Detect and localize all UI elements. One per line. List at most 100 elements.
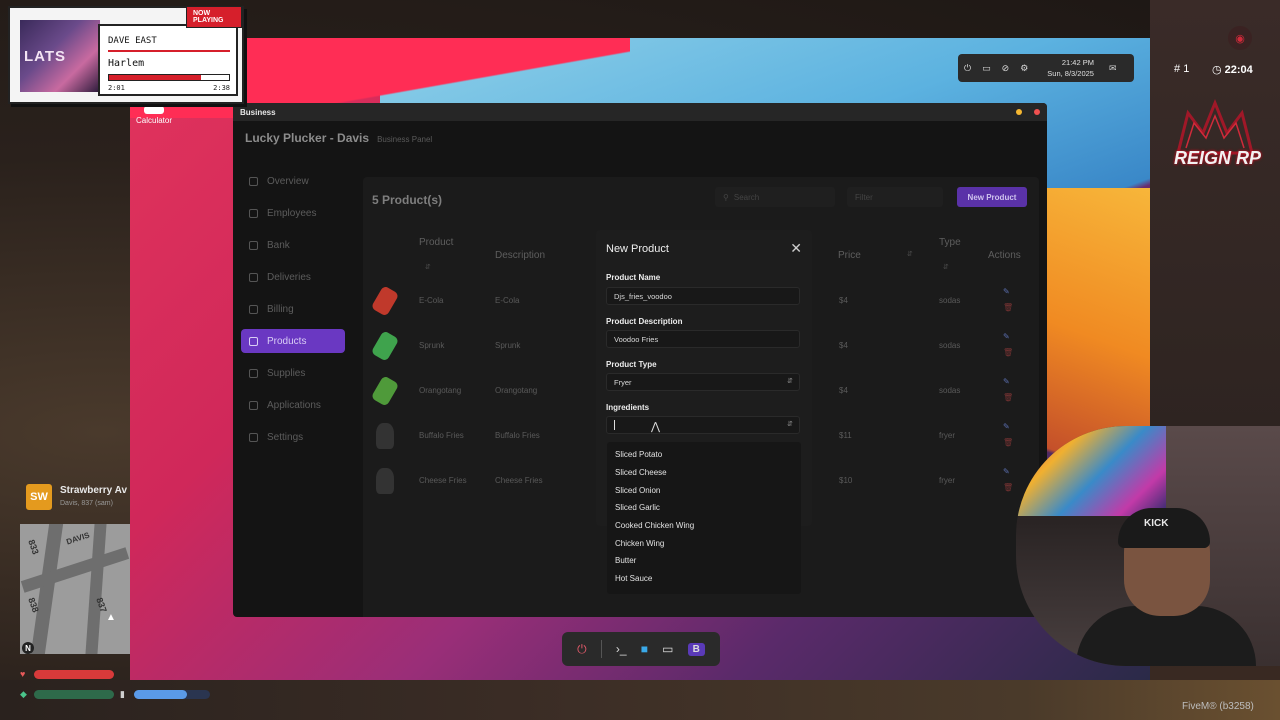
- power-icon[interactable]: ⏻: [964, 63, 971, 74]
- calculator-icon: [144, 106, 164, 114]
- delete-icon[interactable]: 🗑: [1003, 348, 1013, 357]
- delete-icon[interactable]: 🗑: [1003, 483, 1013, 492]
- sidebar: Overview Employees Bank Deliveries Billi…: [241, 169, 345, 457]
- power-app-icon[interactable]: ⏻: [577, 642, 587, 657]
- edit-icon[interactable]: ✎: [1003, 332, 1010, 341]
- player-arrow-icon: ▲: [106, 612, 116, 623]
- close-icon[interactable]: ✕: [790, 240, 802, 257]
- business-header: Lucky Plucker - Davis Business Panel: [245, 131, 432, 145]
- track-progress-bar: [108, 74, 230, 81]
- search-input[interactable]: ⚲ Search: [715, 187, 835, 207]
- calculator-desktop-icon[interactable]: Calculator: [134, 106, 174, 125]
- street-name: Strawberry Av: [60, 485, 128, 496]
- new-product-button[interactable]: New Product: [957, 187, 1027, 207]
- sidebar-item-billing[interactable]: Billing: [241, 297, 345, 321]
- sidebar-item-bank[interactable]: Bank: [241, 233, 345, 257]
- deliveries-icon: [249, 272, 258, 282]
- ingredient-option[interactable]: Sliced Garlic: [607, 499, 801, 517]
- ingredients-label: Ingredients: [606, 403, 650, 412]
- product-name-input[interactable]: Djs_fries_voodoo: [606, 287, 800, 305]
- business-name: Lucky Plucker - Davis: [245, 131, 370, 145]
- bank-icon: [249, 240, 258, 250]
- product-image: [376, 468, 394, 494]
- now-playing-badge: NOW PLAYING: [186, 6, 242, 28]
- product-image: [370, 285, 400, 317]
- filter-select[interactable]: Filter: [847, 187, 943, 207]
- system-tray: ⏻ ▭ ⊘ ⚙ 21:42 PM Sun, 8/3/2025 ✉: [958, 54, 1134, 82]
- window-titlebar[interactable]: Business: [233, 103, 1047, 121]
- business-app-icon[interactable]: B: [687, 642, 705, 656]
- server-logo-text: REIGN RP: [1174, 148, 1262, 168]
- edit-icon[interactable]: ✎: [1003, 422, 1010, 431]
- product-description-input[interactable]: Voodoo Fries: [606, 330, 800, 348]
- sidebar-item-products[interactable]: Products: [241, 329, 345, 353]
- search-icon: ⚲: [723, 192, 729, 202]
- product-image: [370, 330, 400, 362]
- product-image: [370, 375, 400, 407]
- sort-icon[interactable]: ⇵: [425, 263, 431, 271]
- track-artist: DAVE EAST: [108, 36, 157, 46]
- product-name-label: Product Name: [606, 273, 661, 282]
- area-name: Davis, 837 (sam): [60, 500, 113, 507]
- shield-icon: ◆: [20, 689, 27, 699]
- column-header-price[interactable]: Price: [838, 250, 861, 261]
- sidebar-item-settings[interactable]: Settings: [241, 425, 345, 449]
- business-subtitle: Business Panel: [377, 135, 433, 144]
- ingredient-option[interactable]: Hot Sauce: [607, 570, 801, 588]
- wifi-off-icon[interactable]: ⊘: [1002, 63, 1010, 74]
- ingredient-option[interactable]: Sliced Onion: [607, 481, 801, 499]
- game-scene-bottom: [0, 680, 1280, 720]
- ingredient-option[interactable]: Sliced Cheese: [607, 464, 801, 482]
- track-elapsed: 2:01: [108, 84, 125, 92]
- sidebar-item-applications[interactable]: Applications: [241, 393, 345, 417]
- billing-icon: [249, 304, 258, 314]
- edit-icon[interactable]: ✎: [1003, 287, 1010, 296]
- sort-icon[interactable]: ⇵: [943, 263, 949, 271]
- ingredients-dropdown: Sliced Potato Sliced Cheese Sliced Onion…: [607, 442, 801, 594]
- delete-icon[interactable]: 🗑: [1003, 438, 1013, 447]
- terminal-icon[interactable]: ›_: [616, 642, 627, 656]
- delete-icon[interactable]: 🗑: [1003, 393, 1013, 402]
- ingredient-option[interactable]: Cooked Chicken Wing: [607, 517, 801, 535]
- taskbar: ⏻ ›_ ■ ▭ B: [562, 632, 720, 666]
- calculator-label: Calculator: [135, 116, 172, 125]
- server-logo: REIGN RP: [1168, 98, 1262, 182]
- edit-icon[interactable]: ✎: [1003, 377, 1010, 386]
- products-icon: [249, 336, 258, 346]
- minimize-button[interactable]: [1016, 109, 1022, 115]
- folder-icon[interactable]: ■: [641, 642, 648, 656]
- album-art: LATS: [20, 20, 100, 92]
- sort-icon[interactable]: ⇵: [907, 250, 913, 258]
- column-header-product[interactable]: Product: [419, 237, 453, 248]
- sidebar-item-employees[interactable]: Employees: [241, 201, 345, 225]
- ingredient-option[interactable]: Sliced Potato: [607, 446, 801, 464]
- player-id: # 1: [1174, 63, 1190, 75]
- document-icon[interactable]: ▭: [662, 642, 673, 656]
- select-chevron-icon: ⇵: [787, 378, 793, 385]
- edit-icon[interactable]: ✎: [1003, 467, 1010, 476]
- text-caret: [614, 420, 615, 430]
- compass-north: N: [22, 642, 34, 654]
- column-header-description[interactable]: Description: [495, 250, 545, 261]
- settings-icon[interactable]: ⚙: [1020, 63, 1028, 74]
- armor-bar: [34, 690, 114, 699]
- sidebar-item-supplies[interactable]: Supplies: [241, 361, 345, 385]
- ingredient-option[interactable]: Butter: [607, 552, 801, 570]
- notification-icon[interactable]: ✉: [1109, 63, 1117, 74]
- sidebar-item-deliveries[interactable]: Deliveries: [241, 265, 345, 289]
- product-type-select[interactable]: Fryer ⇵: [606, 373, 800, 391]
- ingredient-option[interactable]: Chicken Wing: [607, 534, 801, 552]
- stamina-bar: [134, 690, 210, 699]
- select-chevron-icon: ⇵: [787, 421, 793, 428]
- column-header-actions: Actions: [988, 250, 1021, 261]
- product-count-title: 5 Product(s): [372, 193, 443, 207]
- cap-logo: KICK: [1144, 518, 1169, 529]
- product-description-label: Product Description: [606, 317, 683, 326]
- column-header-type[interactable]: Type: [939, 237, 961, 248]
- sidebar-item-overview[interactable]: Overview: [241, 169, 345, 193]
- window-title: Business: [240, 107, 276, 117]
- close-window-button[interactable]: [1034, 109, 1040, 115]
- delete-icon[interactable]: 🗑: [1003, 303, 1013, 312]
- ingredients-select[interactable]: ⇵: [606, 416, 800, 434]
- battery-icon[interactable]: ▭: [982, 63, 991, 74]
